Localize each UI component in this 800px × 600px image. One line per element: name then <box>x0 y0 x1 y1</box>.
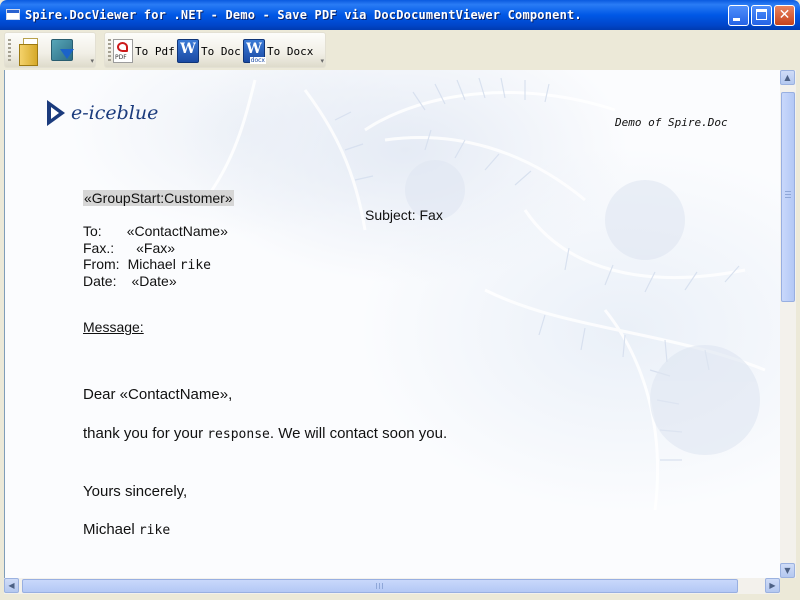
signature-line: Michael rike <box>83 521 171 539</box>
demo-label: Demo of Spire.Doc <box>615 116 728 129</box>
vertical-scroll-thumb[interactable] <box>781 92 795 302</box>
body-line: thank you for your response. We will con… <box>83 425 448 443</box>
toolbar-grip[interactable] <box>108 39 111 63</box>
subject-line: Subject: Fax <box>365 207 443 223</box>
save-button[interactable] <box>49 37 75 65</box>
closing-line: Yours sincerely, <box>83 483 188 500</box>
open-button[interactable] <box>17 37 39 66</box>
file-toolbar: ▾ <box>4 32 96 68</box>
close-icon: ✕ <box>778 7 791 23</box>
minimize-button[interactable] <box>728 5 749 26</box>
to-pdf-label: To Pdf <box>135 44 175 58</box>
toolbar-overflow-icon[interactable]: ▾ <box>90 57 94 65</box>
body-mono-word: response <box>207 427 270 442</box>
toolbar-grip[interactable] <box>8 39 11 63</box>
horizontal-scroll-thumb[interactable] <box>22 579 738 593</box>
date-label: Date: <box>83 273 117 289</box>
to-line: To: «ContactName» <box>83 223 228 239</box>
toolbar-overflow-icon[interactable]: ▾ <box>320 57 324 65</box>
minimize-icon <box>733 18 740 21</box>
document-viewer[interactable]: e-iceblue Demo of Spire.Doc «GroupStart:… <box>4 70 797 578</box>
signature-surname: rike <box>138 523 171 538</box>
maximize-button[interactable] <box>751 5 772 26</box>
app-icon <box>6 9 20 20</box>
from-label: From: <box>83 256 120 272</box>
from-value: Michael <box>127 256 176 272</box>
pdf-icon: PDF <box>113 39 133 63</box>
toolbar-area: ▾ PDF To Pdf W To Doc Wdocx To Docx ▾ <box>0 30 800 70</box>
close-button[interactable]: ✕ <box>774 5 795 26</box>
window-frame-left <box>0 70 4 600</box>
vertical-scrollbar[interactable]: ▲ ▼ <box>780 70 796 578</box>
open-folder-icon <box>17 38 39 66</box>
document-page: e-iceblue Demo of Spire.Doc «GroupStart:… <box>5 70 781 578</box>
save-disk-icon <box>49 37 75 65</box>
scroll-right-button[interactable]: ▶ <box>765 578 780 593</box>
scroll-left-button[interactable]: ◀ <box>4 578 19 593</box>
fax-value: «Fax» <box>136 240 176 256</box>
from-line: From: Michael rike <box>83 256 211 274</box>
scroll-down-button[interactable]: ▼ <box>780 563 795 578</box>
date-value: «Date» <box>131 273 177 289</box>
fax-label: Fax.: <box>83 240 115 256</box>
company-logo: e-iceblue <box>43 98 158 128</box>
group-start-field: «GroupStart:Customer» <box>83 190 234 206</box>
window-title: Spire.DocViewer for .NET - Demo - Save P… <box>25 8 582 22</box>
export-toolbar: PDF To Pdf W To Doc Wdocx To Docx ▾ <box>104 32 326 68</box>
greeting-line: Dear «ContactName», <box>83 386 233 403</box>
from-value-surname: rike <box>179 258 212 273</box>
word-doc-icon: W <box>177 39 199 63</box>
to-value: «ContactName» <box>126 223 228 239</box>
to-doc-label: To Doc <box>201 44 241 58</box>
scroll-up-button[interactable]: ▲ <box>780 70 795 85</box>
scrollbar-corner <box>780 578 796 594</box>
to-doc-button[interactable]: W To Doc <box>177 37 241 65</box>
to-docx-button[interactable]: Wdocx To Docx <box>243 37 313 65</box>
fax-line: Fax.: «Fax» <box>83 240 175 256</box>
maximize-icon <box>756 9 767 20</box>
to-label: To: <box>83 223 102 239</box>
horizontal-scrollbar[interactable]: ◀ ▶ <box>4 578 780 594</box>
to-docx-label: To Docx <box>267 44 314 58</box>
to-pdf-button[interactable]: PDF To Pdf <box>113 37 175 65</box>
date-line: Date: «Date» <box>83 273 177 289</box>
logo-mark-icon <box>43 98 69 128</box>
message-label: Message: <box>83 319 144 335</box>
window-frame-bottom <box>0 594 800 600</box>
title-bar[interactable]: Spire.DocViewer for .NET - Demo - Save P… <box>0 0 800 30</box>
word-docx-icon: Wdocx <box>243 39 266 64</box>
window-frame-right <box>796 30 800 600</box>
